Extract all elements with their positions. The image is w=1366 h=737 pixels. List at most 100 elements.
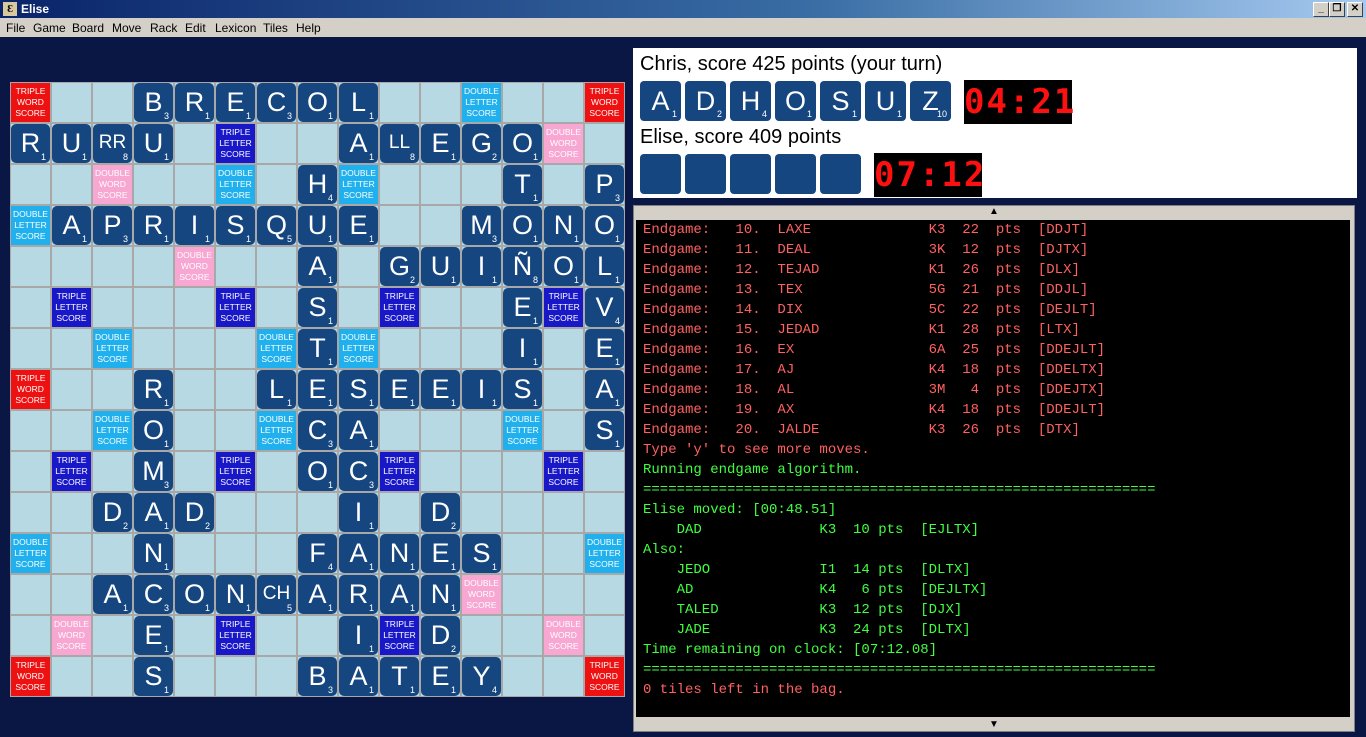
board-square-triple-letter-score[interactable]: Triple Letter Score bbox=[380, 452, 419, 491]
rack-tile[interactable]: H4 bbox=[730, 81, 771, 121]
board-square-double-word-score[interactable]: Double Word Score bbox=[544, 616, 583, 655]
board-square-triple-word-score[interactable]: Triple Word Score bbox=[11, 370, 50, 409]
board-square-empty[interactable] bbox=[544, 329, 583, 368]
board-tile[interactable]: G2 bbox=[462, 124, 501, 163]
board-square-empty[interactable] bbox=[462, 452, 501, 491]
board-tile[interactable]: E1 bbox=[339, 206, 378, 245]
board-tile[interactable]: V4 bbox=[585, 288, 624, 327]
board-square-empty[interactable] bbox=[134, 329, 173, 368]
menu-game[interactable]: Game bbox=[33, 21, 66, 35]
message-log[interactable]: Endgame: 10. LAXE K3 22 pts [DDJT] Endgam… bbox=[636, 220, 1350, 717]
board-tile[interactable]: A1 bbox=[134, 493, 173, 532]
board-tile[interactable]: C3 bbox=[134, 575, 173, 614]
board-tile[interactable]: U1 bbox=[134, 124, 173, 163]
board-square-double-word-score[interactable]: Double Word Score bbox=[52, 616, 91, 655]
menu-file[interactable]: File bbox=[6, 21, 25, 35]
board-square-empty[interactable] bbox=[503, 493, 542, 532]
board-square-empty[interactable] bbox=[503, 616, 542, 655]
board-tile[interactable]: D2 bbox=[175, 493, 214, 532]
board-square-empty[interactable] bbox=[380, 329, 419, 368]
board-square-empty[interactable] bbox=[93, 370, 132, 409]
board-tile[interactable]: U1 bbox=[52, 124, 91, 163]
board-tile[interactable]: CH 5 bbox=[257, 575, 296, 614]
board-square-empty[interactable] bbox=[462, 493, 501, 532]
board-square-empty[interactable] bbox=[421, 411, 460, 450]
board-tile[interactable]: N1 bbox=[544, 206, 583, 245]
board-square-empty[interactable] bbox=[93, 452, 132, 491]
board-tile[interactable]: E1 bbox=[134, 616, 173, 655]
board-square-empty[interactable] bbox=[175, 452, 214, 491]
board-tile[interactable]: U1 bbox=[298, 206, 337, 245]
board-tile[interactable]: S1 bbox=[585, 411, 624, 450]
board-tile[interactable]: A1 bbox=[298, 247, 337, 286]
board-square-empty[interactable] bbox=[216, 411, 255, 450]
board-tile[interactable]: I1 bbox=[339, 493, 378, 532]
board-square-empty[interactable] bbox=[421, 288, 460, 327]
board-square-empty[interactable] bbox=[462, 165, 501, 204]
board-tile[interactable]: RR 8 bbox=[93, 124, 132, 163]
board-square-empty[interactable] bbox=[462, 329, 501, 368]
board-tile[interactable]: I1 bbox=[462, 247, 501, 286]
board-square-double-letter-score[interactable]: Double Letter Score bbox=[11, 534, 50, 573]
board-tile[interactable]: A1 bbox=[93, 575, 132, 614]
board-tile[interactable]: A1 bbox=[585, 370, 624, 409]
board-tile[interactable]: Y4 bbox=[462, 657, 501, 696]
board-square-empty[interactable] bbox=[257, 534, 296, 573]
board-square-double-letter-score[interactable]: Double Letter Score bbox=[339, 165, 378, 204]
scroll-down-arrow-icon[interactable]: ▼ bbox=[634, 719, 1354, 731]
board-tile[interactable]: S1 bbox=[503, 370, 542, 409]
board-square-triple-word-score[interactable]: Triple Word Score bbox=[585, 83, 624, 122]
board-square-empty[interactable] bbox=[52, 329, 91, 368]
game-board[interactable]: Triple Word Score Double Letter Score Trip… bbox=[10, 82, 625, 697]
board-square-double-letter-score[interactable]: Double Letter Score bbox=[585, 534, 624, 573]
board-tile[interactable]: A1 bbox=[339, 657, 378, 696]
board-tile[interactable]: P3 bbox=[585, 165, 624, 204]
board-square-empty[interactable] bbox=[339, 247, 378, 286]
rack-tile[interactable]: O1 bbox=[775, 81, 816, 121]
board-square-empty[interactable] bbox=[11, 165, 50, 204]
board-tile[interactable]: E1 bbox=[216, 83, 255, 122]
board-square-triple-word-score[interactable]: Triple Word Score bbox=[11, 83, 50, 122]
board-tile[interactable]: C3 bbox=[339, 452, 378, 491]
board-square-empty[interactable] bbox=[462, 616, 501, 655]
board-tile[interactable]: E1 bbox=[380, 370, 419, 409]
board-square-double-word-score[interactable]: Double Word Score bbox=[544, 124, 583, 163]
board-square-empty[interactable] bbox=[544, 165, 583, 204]
restore-button[interactable]: ❐ bbox=[1329, 2, 1345, 17]
board-square-empty[interactable] bbox=[339, 288, 378, 327]
board-square-empty[interactable] bbox=[421, 165, 460, 204]
board-tile[interactable]: G2 bbox=[380, 247, 419, 286]
board-square-empty[interactable] bbox=[216, 370, 255, 409]
board-tile[interactable]: S1 bbox=[134, 657, 173, 696]
board-tile[interactable]: E1 bbox=[421, 657, 460, 696]
board-square-triple-letter-score[interactable]: Triple Letter Score bbox=[544, 452, 583, 491]
board-square-empty[interactable] bbox=[503, 452, 542, 491]
board-square-empty[interactable] bbox=[11, 247, 50, 286]
board-square-empty[interactable] bbox=[503, 534, 542, 573]
board-tile[interactable]: O1 bbox=[298, 452, 337, 491]
board-tile[interactable]: C3 bbox=[298, 411, 337, 450]
board-square-double-letter-score[interactable]: Double Letter Score bbox=[11, 206, 50, 245]
board-square-empty[interactable] bbox=[298, 124, 337, 163]
board-tile[interactable]: R1 bbox=[134, 206, 173, 245]
board-square-empty[interactable] bbox=[52, 83, 91, 122]
board-tile[interactable]: S1 bbox=[216, 206, 255, 245]
board-square-triple-letter-score[interactable]: Triple Letter Score bbox=[216, 288, 255, 327]
board-tile[interactable]: U1 bbox=[421, 247, 460, 286]
board-tile[interactable]: Ñ8 bbox=[503, 247, 542, 286]
board-square-double-letter-score[interactable]: Double Letter Score bbox=[93, 411, 132, 450]
board-square-empty[interactable] bbox=[585, 493, 624, 532]
board-square-empty[interactable] bbox=[175, 288, 214, 327]
board-square-empty[interactable] bbox=[257, 165, 296, 204]
board-square-empty[interactable] bbox=[585, 124, 624, 163]
board-square-empty[interactable] bbox=[544, 83, 583, 122]
board-tile[interactable]: O1 bbox=[134, 411, 173, 450]
board-square-empty[interactable] bbox=[544, 411, 583, 450]
board-square-double-letter-score[interactable]: Double Letter Score bbox=[462, 83, 501, 122]
board-tile[interactable]: B3 bbox=[134, 83, 173, 122]
board-square-empty[interactable] bbox=[257, 288, 296, 327]
board-square-empty[interactable] bbox=[11, 452, 50, 491]
board-tile[interactable]: E1 bbox=[421, 370, 460, 409]
board-square-empty[interactable] bbox=[52, 575, 91, 614]
board-square-empty[interactable] bbox=[421, 329, 460, 368]
